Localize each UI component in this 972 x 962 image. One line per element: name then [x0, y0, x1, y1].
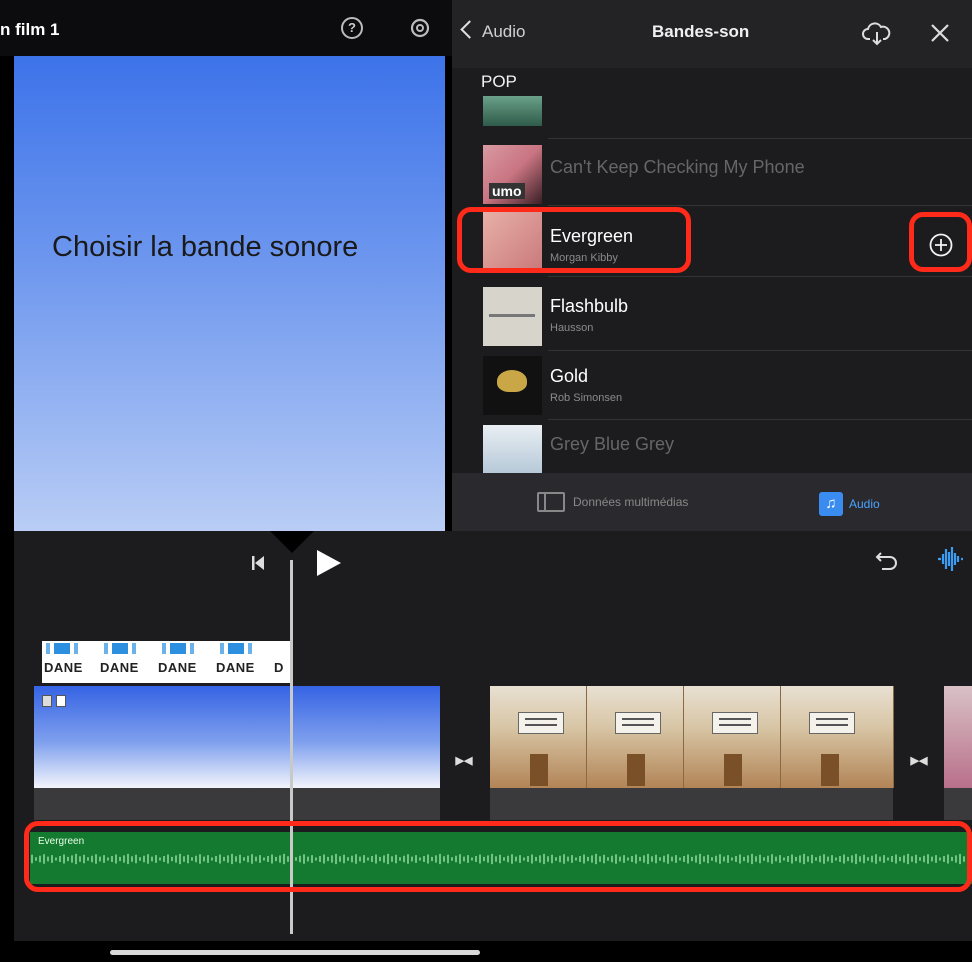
row-divider — [548, 138, 972, 139]
back-label: Audio — [482, 22, 526, 41]
song-thumbnail[interactable]: umo — [483, 145, 542, 204]
home-indicator — [110, 950, 480, 955]
row-divider — [548, 276, 972, 277]
title-clip-strip[interactable]: DANE DANE DANE DANE D — [42, 641, 292, 683]
title-strip-text: DANE — [44, 660, 83, 675]
section-header-pop: POP — [481, 72, 517, 91]
song-title[interactable]: Gold — [550, 366, 588, 387]
music-note-icon: ♫ — [819, 492, 843, 516]
song-thumbnail[interactable] — [483, 356, 542, 415]
song-title[interactable]: Flashbulb — [550, 296, 628, 317]
song-title[interactable]: Grey Blue Grey — [550, 434, 674, 455]
panel-title: Bandes-son — [652, 22, 750, 41]
thumbnail-label: umo — [489, 183, 525, 199]
close-icon[interactable] — [929, 22, 951, 44]
highlight-add-button — [909, 212, 972, 272]
clip-2-audio-lane — [490, 788, 893, 820]
title-strip-text: DANE — [100, 660, 139, 675]
video-clip-3[interactable] — [944, 686, 972, 788]
tab-audio-label: Audio — [849, 497, 880, 511]
play-button[interactable] — [317, 550, 341, 576]
media-icon — [537, 492, 565, 512]
song-thumbnail — [483, 96, 542, 126]
song-thumbnail[interactable] — [483, 425, 542, 473]
row-divider — [548, 350, 972, 351]
project-title: n film 1 — [0, 20, 60, 39]
skip-to-start-icon[interactable] — [250, 554, 266, 572]
song-title[interactable]: Can't Keep Checking My Phone — [550, 157, 805, 178]
audio-waveform-icon[interactable] — [935, 543, 965, 575]
song-artist: Hausson — [550, 322, 594, 334]
song-thumbnail[interactable] — [483, 287, 542, 346]
chevron-left-icon — [460, 20, 479, 39]
instruction-caption: Choisir la bande sonore — [52, 231, 359, 263]
tab-media[interactable]: Données multimédias — [537, 492, 688, 512]
panel-tabbar — [452, 473, 972, 531]
clip-badge-icon — [42, 695, 52, 707]
row-divider — [548, 419, 972, 420]
tab-audio[interactable]: ♫ Audio — [819, 492, 880, 516]
transition-icon[interactable]: ▶◀ — [455, 752, 473, 770]
cloud-download-icon[interactable] — [862, 18, 892, 48]
playhead-notch — [270, 531, 314, 553]
clip-1-audio-lane — [34, 788, 440, 820]
clip-badge-icon — [56, 695, 66, 707]
transition-icon[interactable]: ▶◀ — [910, 752, 928, 770]
preview-topbar — [0, 0, 452, 56]
clip-badges — [42, 695, 66, 707]
clip-3-audio-lane — [944, 788, 972, 820]
highlight-audio-track — [24, 821, 972, 892]
settings-icon[interactable] — [408, 16, 432, 40]
song-artist: Rob Simonsen — [550, 392, 623, 404]
undo-icon[interactable] — [874, 547, 902, 573]
help-icon[interactable]: ? — [341, 17, 363, 39]
left-edge — [0, 531, 14, 962]
video-clip-2[interactable] — [490, 686, 894, 788]
row-divider — [548, 205, 972, 206]
title-strip-text-partial: D — [274, 660, 284, 675]
highlight-evergreen — [457, 207, 691, 273]
title-strip-text: DANE — [216, 660, 255, 675]
title-strip-text: DANE — [158, 660, 197, 675]
tab-media-label: Données multimédias — [573, 495, 689, 509]
video-clip-1[interactable] — [34, 686, 440, 788]
video-preview — [14, 56, 445, 531]
back-audio-button[interactable]: Audio — [460, 20, 526, 42]
